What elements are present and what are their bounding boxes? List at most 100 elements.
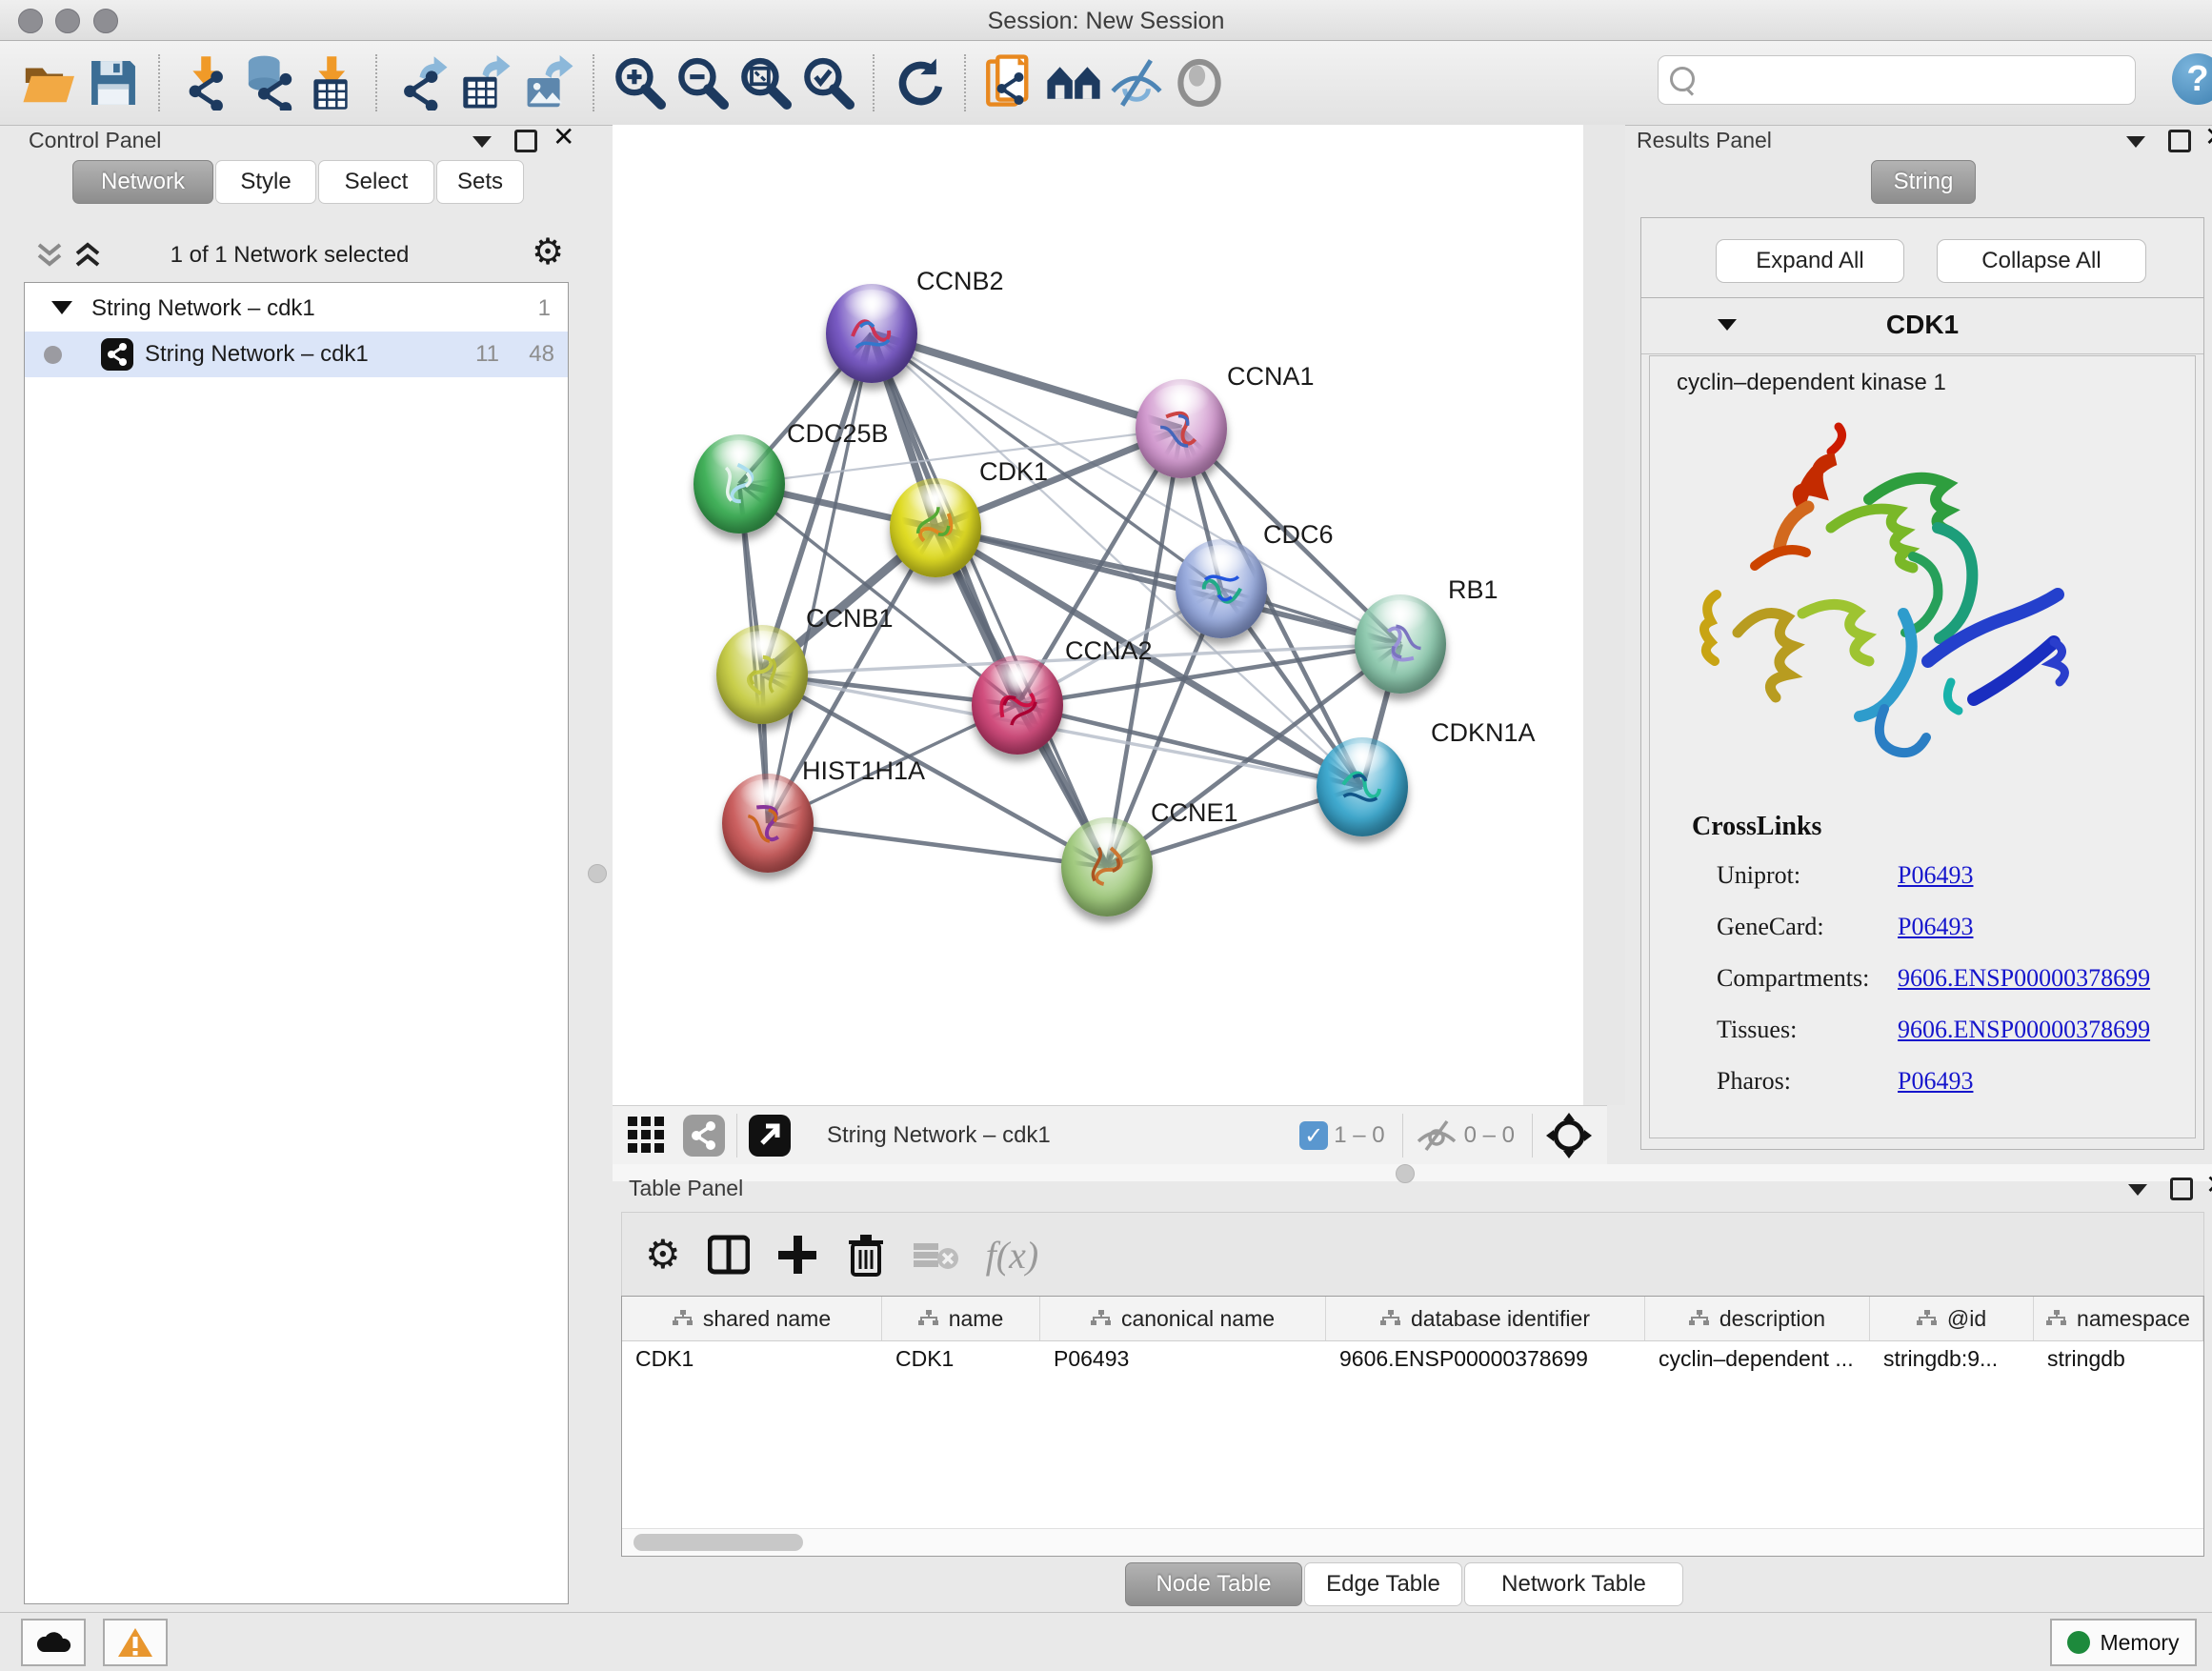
network-node-CCNB2[interactable]: [826, 284, 917, 383]
crosslink-link[interactable]: P06493: [1898, 913, 1973, 941]
column-header-name[interactable]: name: [882, 1297, 1040, 1340]
selected-nodes-checkbox[interactable]: ✓: [1299, 1121, 1328, 1150]
expand-all-button[interactable]: Expand All: [1716, 239, 1904, 283]
collapse-all-button[interactable]: Collapse All: [1937, 239, 2146, 283]
zoom-fit-icon[interactable]: [734, 51, 796, 114]
column-header-description[interactable]: description: [1645, 1297, 1870, 1340]
table-options-gear-icon[interactable]: ⚙: [645, 1237, 681, 1273]
home-icon[interactable]: [1042, 51, 1105, 114]
column-header-canonical-name[interactable]: canonical name: [1040, 1297, 1326, 1340]
column-header--id[interactable]: @id: [1870, 1297, 2034, 1340]
crosslink-link[interactable]: P06493: [1898, 1067, 1973, 1096]
network-node-CCNA2[interactable]: [972, 655, 1063, 755]
collection-count: 1: [538, 295, 551, 322]
network-collection-row[interactable]: String Network – cdk1 1: [25, 286, 568, 332]
crosslink-row: Pharos:P06493: [1717, 1067, 2183, 1105]
column-header-namespace[interactable]: namespace: [2034, 1297, 2203, 1340]
zoom-out-icon[interactable]: [671, 51, 734, 114]
float-panel-icon[interactable]: [473, 136, 492, 148]
grid-view-icon[interactable]: [626, 1115, 668, 1157]
node-label-CCNB2: CCNB2: [916, 267, 1004, 296]
horizontal-scrollbar[interactable]: [622, 1528, 2203, 1556]
zoom-in-icon[interactable]: [608, 51, 671, 114]
network-node-CDC25B[interactable]: [694, 434, 785, 534]
close-panel-icon[interactable]: ✕: [2204, 128, 2212, 147]
maximize-panel-icon[interactable]: [2168, 130, 2191, 152]
network-node-CCNB1[interactable]: [716, 625, 808, 724]
close-panel-icon[interactable]: ✕: [2205, 1176, 2212, 1195]
node-label-RB1: RB1: [1448, 575, 1498, 605]
crosslink-label: Uniprot:: [1717, 861, 1800, 890]
export-table-icon[interactable]: [453, 51, 516, 114]
network-node-CDKN1A[interactable]: [1317, 737, 1408, 836]
selected-counts: 1 – 0: [1334, 1122, 1384, 1149]
birdseye-crosshair-icon[interactable]: [1544, 1111, 1594, 1160]
show-columns-icon[interactable]: [708, 1234, 750, 1276]
title-bar: Session: New Session: [0, 0, 2212, 41]
tab-string[interactable]: String: [1871, 160, 1976, 204]
close-panel-icon[interactable]: ✕: [553, 128, 574, 147]
maximize-panel-icon[interactable]: [514, 130, 537, 152]
network-thumbnail-icon[interactable]: [683, 1115, 725, 1157]
table-splitter-handle[interactable]: [1396, 1164, 1415, 1183]
network-edge-count: 48: [529, 341, 554, 368]
scrollbar-thumb[interactable]: [633, 1534, 803, 1551]
tab-edge-table[interactable]: Edge Table: [1304, 1562, 1462, 1606]
column-header-database-identifier[interactable]: database identifier: [1326, 1297, 1645, 1340]
horizontal-splitter[interactable]: [613, 1164, 2212, 1181]
add-column-icon[interactable]: [776, 1234, 818, 1276]
crosslink-link[interactable]: P06493: [1898, 861, 1973, 890]
tab-node-table[interactable]: Node Table: [1125, 1562, 1302, 1606]
left-splitter-handle[interactable]: [588, 864, 607, 883]
tab-style[interactable]: Style: [215, 160, 316, 204]
node-protein-ribbon-image: [890, 481, 981, 574]
import-network-file-icon[interactable]: [173, 51, 236, 114]
network-row[interactable]: String Network – cdk1 11 48: [25, 332, 568, 377]
tab-network[interactable]: Network: [72, 160, 213, 204]
show-all-icon[interactable]: [1168, 51, 1231, 114]
column-header-shared-name[interactable]: shared name: [622, 1297, 882, 1340]
import-network-database-icon[interactable]: [236, 51, 299, 114]
export-image-icon[interactable]: [516, 51, 579, 114]
maximize-panel-icon[interactable]: [2170, 1178, 2193, 1200]
network-node-CDK1[interactable]: [890, 478, 981, 577]
crosslink-link[interactable]: 9606.ENSP00000378699: [1898, 1016, 2150, 1044]
toolbar-icon-groups: [13, 51, 1237, 114]
delete-column-icon[interactable]: [847, 1233, 885, 1277]
zoom-selected-icon[interactable]: [796, 51, 859, 114]
snapshot-network-icon[interactable]: [979, 51, 1042, 114]
panel-gutter: [1583, 125, 1625, 1105]
tab-select[interactable]: Select: [318, 160, 434, 204]
delete-table-icon: [912, 1236, 959, 1274]
tab-sets[interactable]: Sets: [436, 160, 524, 204]
memory-button[interactable]: Memory: [2050, 1619, 2197, 1666]
network-node-RB1[interactable]: [1355, 594, 1446, 694]
network-node-CCNA1[interactable]: [1136, 379, 1227, 478]
refresh-view-icon[interactable]: [888, 51, 951, 114]
tab-label: Node Table: [1156, 1571, 1272, 1598]
warning-status-button[interactable]: [103, 1619, 168, 1666]
toolbar-separator: [158, 54, 160, 111]
network-node-CDC6[interactable]: [1176, 539, 1267, 638]
cloud-status-button[interactable]: [21, 1619, 86, 1666]
network-options-gear-icon[interactable]: ⚙: [532, 234, 564, 271]
hide-selected-icon[interactable]: [1105, 51, 1168, 114]
collection-expand-caret-icon[interactable]: [51, 301, 72, 314]
float-panel-icon[interactable]: [2126, 136, 2145, 148]
network-canvas[interactable]: CCNB2CCNA1CDC25BCDK1CDC6RB1CCNB1CCNA2CDK…: [613, 125, 1583, 1105]
export-network-icon[interactable]: [391, 51, 453, 114]
search-input[interactable]: [1704, 60, 2127, 100]
save-session-icon[interactable]: [82, 51, 145, 114]
network-node-CCNE1[interactable]: [1061, 817, 1153, 916]
import-table-icon[interactable]: [299, 51, 362, 114]
open-session-icon[interactable]: [19, 51, 82, 114]
gene-section-header[interactable]: CDK1: [1641, 298, 2203, 354]
tab-network-table[interactable]: Network Table: [1464, 1562, 1683, 1606]
network-node-HIST1H1A[interactable]: [722, 774, 814, 873]
float-panel-icon[interactable]: [2128, 1184, 2147, 1196]
open-in-window-icon[interactable]: [749, 1115, 791, 1157]
table-row[interactable]: CDK1CDK1P064939606.ENSP00000378699cyclin…: [622, 1340, 2203, 1380]
node-protein-ribbon-image: [1186, 550, 1257, 628]
crosslinks-heading: CrossLinks: [1692, 812, 1821, 842]
crosslink-link[interactable]: 9606.ENSP00000378699: [1898, 964, 2150, 993]
